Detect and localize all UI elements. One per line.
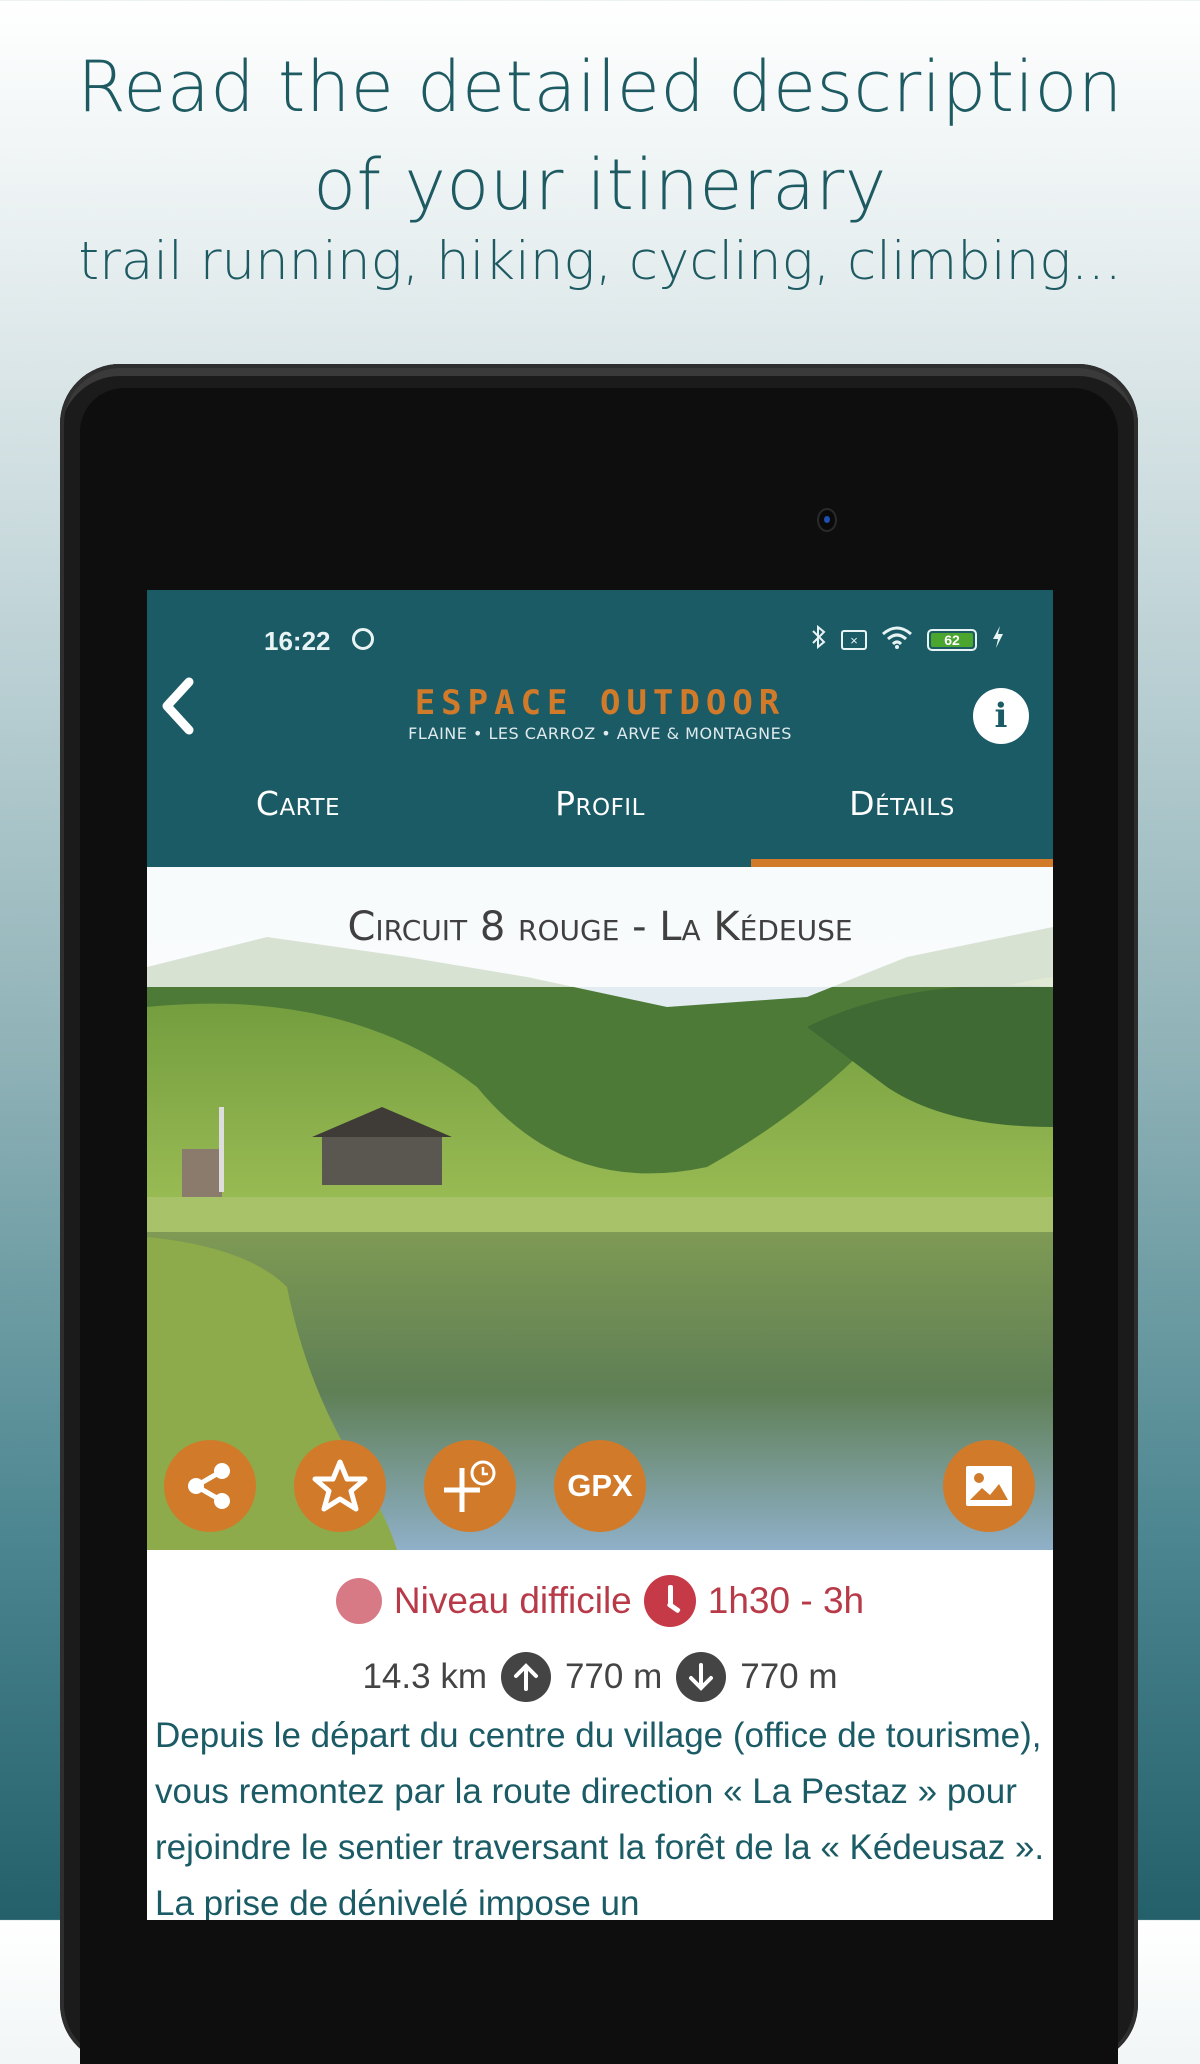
route-ascent: 770 m: [564, 1657, 663, 1696]
promo-subtitle: trail running, hiking, cycling, climbing…: [78, 231, 1122, 292]
do-not-disturb-icon: [352, 628, 374, 650]
promo-title-line2: of your itinerary: [313, 144, 887, 226]
share-button[interactable]: [164, 1440, 256, 1532]
info-icon: i: [994, 696, 1008, 736]
add-to-schedule-button[interactable]: [424, 1440, 516, 1532]
image-icon: [966, 1466, 1012, 1506]
arrow-down-icon: [676, 1652, 727, 1702]
tab-carte[interactable]: Carte: [147, 768, 449, 867]
status-bar: 16:22 × 62: [147, 590, 1053, 656]
status-time: 16:22: [264, 626, 331, 656]
info-button[interactable]: i: [973, 688, 1029, 744]
clock-icon: [643, 1575, 696, 1627]
tab-bar: Carte Profil Détails: [147, 768, 1053, 867]
route-title: Circuit 8 rouge - La Kédeuse: [147, 867, 1053, 987]
battery-icon: 62: [927, 629, 977, 651]
route-difficulty-row: Niveau difficile 1h30 - 3h: [147, 1575, 1053, 1627]
logo-brand: ESPACE OUTDOOR: [414, 683, 786, 723]
route-descent: 770 m: [740, 1657, 838, 1696]
route-description: Depuis le départ du centre du village (o…: [155, 1716, 1045, 1920]
favorite-button[interactable]: [294, 1440, 386, 1532]
battery-level: 62: [931, 633, 973, 647]
route-distance: 14.3 km: [362, 1657, 487, 1696]
app-header: 16:22 × 62 ESPACE OUTDOOR FLAINE • LES C…: [147, 590, 1053, 867]
difficulty-level: Niveau difficile: [393, 1580, 632, 1621]
promo-title: Read the detailed description of your it…: [0, 38, 1200, 234]
gallery-button[interactable]: [943, 1440, 1035, 1532]
route-duration: 1h30 - 3h: [707, 1580, 865, 1621]
gpx-download-button[interactable]: GPX: [554, 1440, 646, 1532]
tab-details[interactable]: Détails: [751, 768, 1053, 867]
no-sim-icon: ×: [841, 630, 867, 650]
app-logo: ESPACE OUTDOOR FLAINE • LES CARROZ • ARV…: [147, 686, 1053, 743]
charging-icon: [991, 625, 1005, 655]
app-screen: 16:22 × 62 ESPACE OUTDOOR FLAINE • LES C…: [147, 590, 1053, 1920]
star-icon: [312, 1459, 368, 1512]
promo-title-line1: Read the detailed description: [77, 46, 1123, 128]
bluetooth-icon: [811, 624, 827, 656]
difficulty-dot-icon: [335, 1578, 382, 1624]
gpx-label: GPX: [567, 1468, 633, 1503]
add-timer-icon: [444, 1460, 496, 1512]
status-icons: × 62: [811, 624, 1005, 656]
camera-icon: [817, 508, 837, 532]
arrow-up-icon: [500, 1652, 551, 1702]
logo-tagline: FLAINE • LES CARROZ • ARVE & MONTAGNES: [408, 724, 792, 743]
tab-profil[interactable]: Profil: [449, 768, 751, 867]
share-icon: [188, 1463, 230, 1509]
wifi-icon: [881, 625, 913, 655]
route-stats-row: 14.3 km 770 m 770 m: [147, 1652, 1053, 1702]
